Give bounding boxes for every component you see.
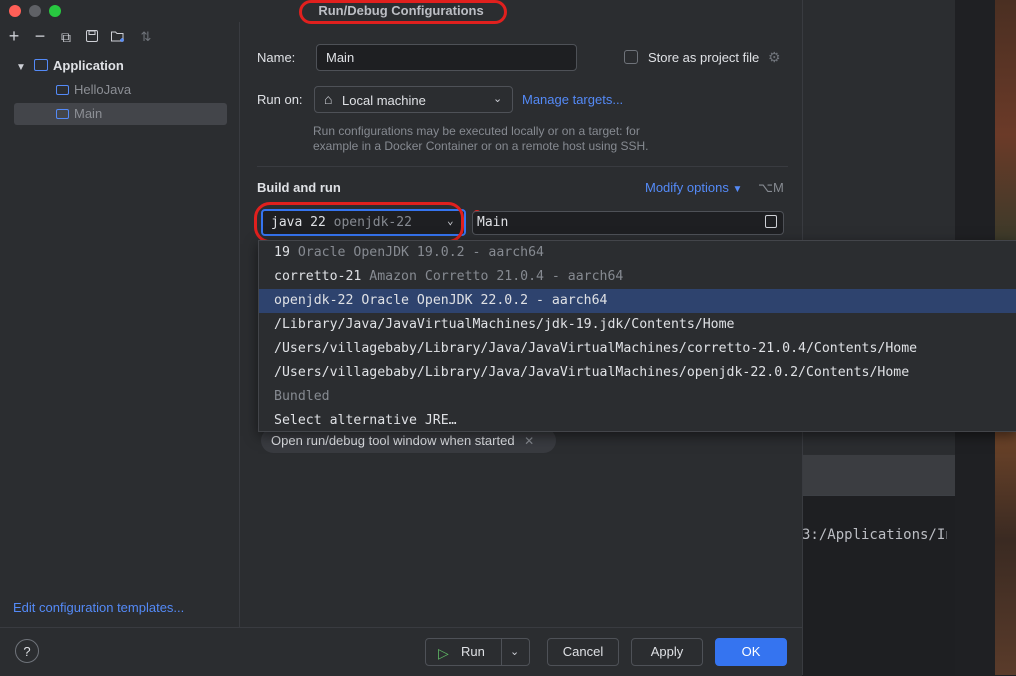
jre-option-19[interactable]: 19 Oracle OpenJDK 19.0.2 - aarch64 (259, 241, 1016, 265)
run-on-value: Local machine (342, 93, 426, 108)
config-tree-pane: + − ⧉ ⇅ ▼ Application HelloJava Main Edit… (0, 22, 240, 627)
option-chip-label: Open run/debug tool window when started (271, 433, 515, 448)
jre-option-path-corretto[interactable]: /Users/villagebaby/Library/Java/JavaVirt… (259, 337, 1016, 361)
application-config-icon (56, 85, 69, 95)
jre-option-detail: Amazon Corretto 21.0.4 - aarch64 (369, 269, 624, 284)
name-input-value: Main (326, 50, 355, 65)
jre-option-name: corretto-21 (274, 269, 362, 284)
help-button[interactable]: ? (15, 639, 39, 663)
modify-options-shortcut: ⌥M (758, 180, 784, 195)
browse-class-icon[interactable] (765, 215, 777, 228)
jre-option-path-openjdk[interactable]: /Users/villagebaby/Library/Java/JavaVirt… (259, 361, 1016, 385)
main-class-input[interactable]: Main (472, 211, 784, 235)
jre-option-openjdk-22[interactable]: openjdk-22 Oracle OpenJDK 22.0.2 - aarch… (259, 289, 1016, 313)
tree-item-main[interactable]: Main (14, 103, 227, 125)
ide-toolbar-band (802, 455, 955, 495)
ok-button[interactable]: OK (715, 638, 787, 666)
jre-option-name: 19 (274, 245, 290, 260)
application-icon (34, 59, 48, 71)
tree-item-hellojava[interactable]: HelloJava (14, 79, 227, 101)
sort-icon[interactable]: ⇅ (138, 29, 154, 45)
title-bar: Run/Debug Configurations (0, 0, 802, 24)
tree-item-label: Main (74, 106, 103, 121)
close-icon[interactable]: ✕ (524, 434, 534, 448)
chevron-down-icon: ▼ (732, 184, 743, 195)
tree-item-label: HelloJava (74, 82, 132, 97)
apply-button[interactable]: Apply (631, 638, 703, 666)
jre-option-name: Select alternative JRE… (274, 413, 457, 428)
run-on-hint: Run configurations may be executed local… (313, 124, 649, 154)
main-class-value: Main (477, 215, 509, 230)
new-folder-icon[interactable] (110, 29, 126, 45)
jre-option-name: Bundled (274, 389, 330, 404)
store-as-project-checkbox[interactable] (624, 50, 638, 64)
jre-option-name: /Users/villagebaby/Library/Java/JavaVirt… (274, 365, 910, 380)
cancel-button[interactable]: Cancel (547, 638, 619, 666)
home-icon: ⌂ (324, 91, 333, 107)
divider (257, 166, 788, 167)
chevron-down-icon: ⌄ (493, 93, 503, 105)
annotation-circle-title (299, 0, 507, 24)
ide-terminal (802, 495, 955, 676)
copy-config-icon[interactable]: ⧉ (58, 29, 74, 45)
add-config-icon[interactable]: + (6, 27, 22, 45)
jre-option-name: /Library/Java/JavaVirtualMachines/jdk-19… (274, 317, 735, 332)
jre-option-name: /Users/villagebaby/Library/Java/JavaVirt… (274, 341, 918, 356)
gear-icon[interactable]: ⚙ (768, 49, 781, 66)
jre-option-path-jdk19[interactable]: /Library/Java/JavaVirtualMachines/jdk-19… (259, 313, 1016, 337)
ide-editor-area (802, 0, 955, 186)
modify-options-link[interactable]: Modify options ▼ (645, 180, 742, 195)
run-split-divider (501, 639, 502, 665)
jre-option-detail: Oracle OpenJDK 19.0.2 - aarch64 (297, 245, 544, 260)
manage-targets-link[interactable]: Manage targets... (522, 92, 623, 107)
chevron-down-icon[interactable]: ▼ (14, 57, 34, 79)
annotation-circle-jdk (254, 202, 464, 243)
chevron-down-icon[interactable]: ⌄ (510, 639, 519, 665)
jre-option-select-alternative[interactable]: Select alternative JRE… (259, 409, 1016, 433)
tree-group-application[interactable]: ▼ Application (14, 55, 227, 77)
run-button[interactable]: ▷ Run ⌄ (425, 638, 530, 666)
tree-group-label: Application (53, 58, 124, 73)
name-label: Name: (257, 50, 296, 65)
jre-option-detail: Oracle OpenJDK 22.0.2 - aarch64 (361, 293, 608, 308)
modify-options-label: Modify options (645, 180, 729, 195)
jre-option-name: openjdk-22 (274, 293, 354, 308)
name-input[interactable]: Main (316, 44, 577, 71)
run-icon: ▷ (438, 645, 449, 661)
run-on-label: Run on: (257, 92, 303, 107)
application-config-icon (56, 109, 69, 119)
store-as-project-label: Store as project file (648, 50, 760, 65)
build-and-run-heading: Build and run (257, 180, 341, 195)
run-on-dropdown[interactable]: ⌂ Local machine ⌄ (314, 86, 513, 113)
jre-option-corretto-21[interactable]: corretto-21 Amazon Corretto 21.0.4 - aar… (259, 265, 1016, 289)
remove-config-icon[interactable]: − (32, 27, 48, 45)
dialog-footer: ? ▷ Run ⌄ Cancel Apply OK (0, 627, 802, 676)
jre-popup-list: 19 Oracle OpenJDK 19.0.2 - aarch64 corre… (258, 240, 1016, 432)
terminal-text: 3:/Applications/In (802, 527, 947, 543)
edit-templates-link[interactable]: Edit configuration templates... (13, 600, 184, 615)
hint-line: Run configurations may be executed local… (313, 124, 640, 138)
hint-line: example in a Docker Container or on a re… (313, 139, 649, 153)
save-config-icon[interactable] (84, 29, 100, 45)
run-label: Run (461, 644, 485, 659)
jre-option-bundled[interactable]: Bundled (259, 385, 1016, 409)
